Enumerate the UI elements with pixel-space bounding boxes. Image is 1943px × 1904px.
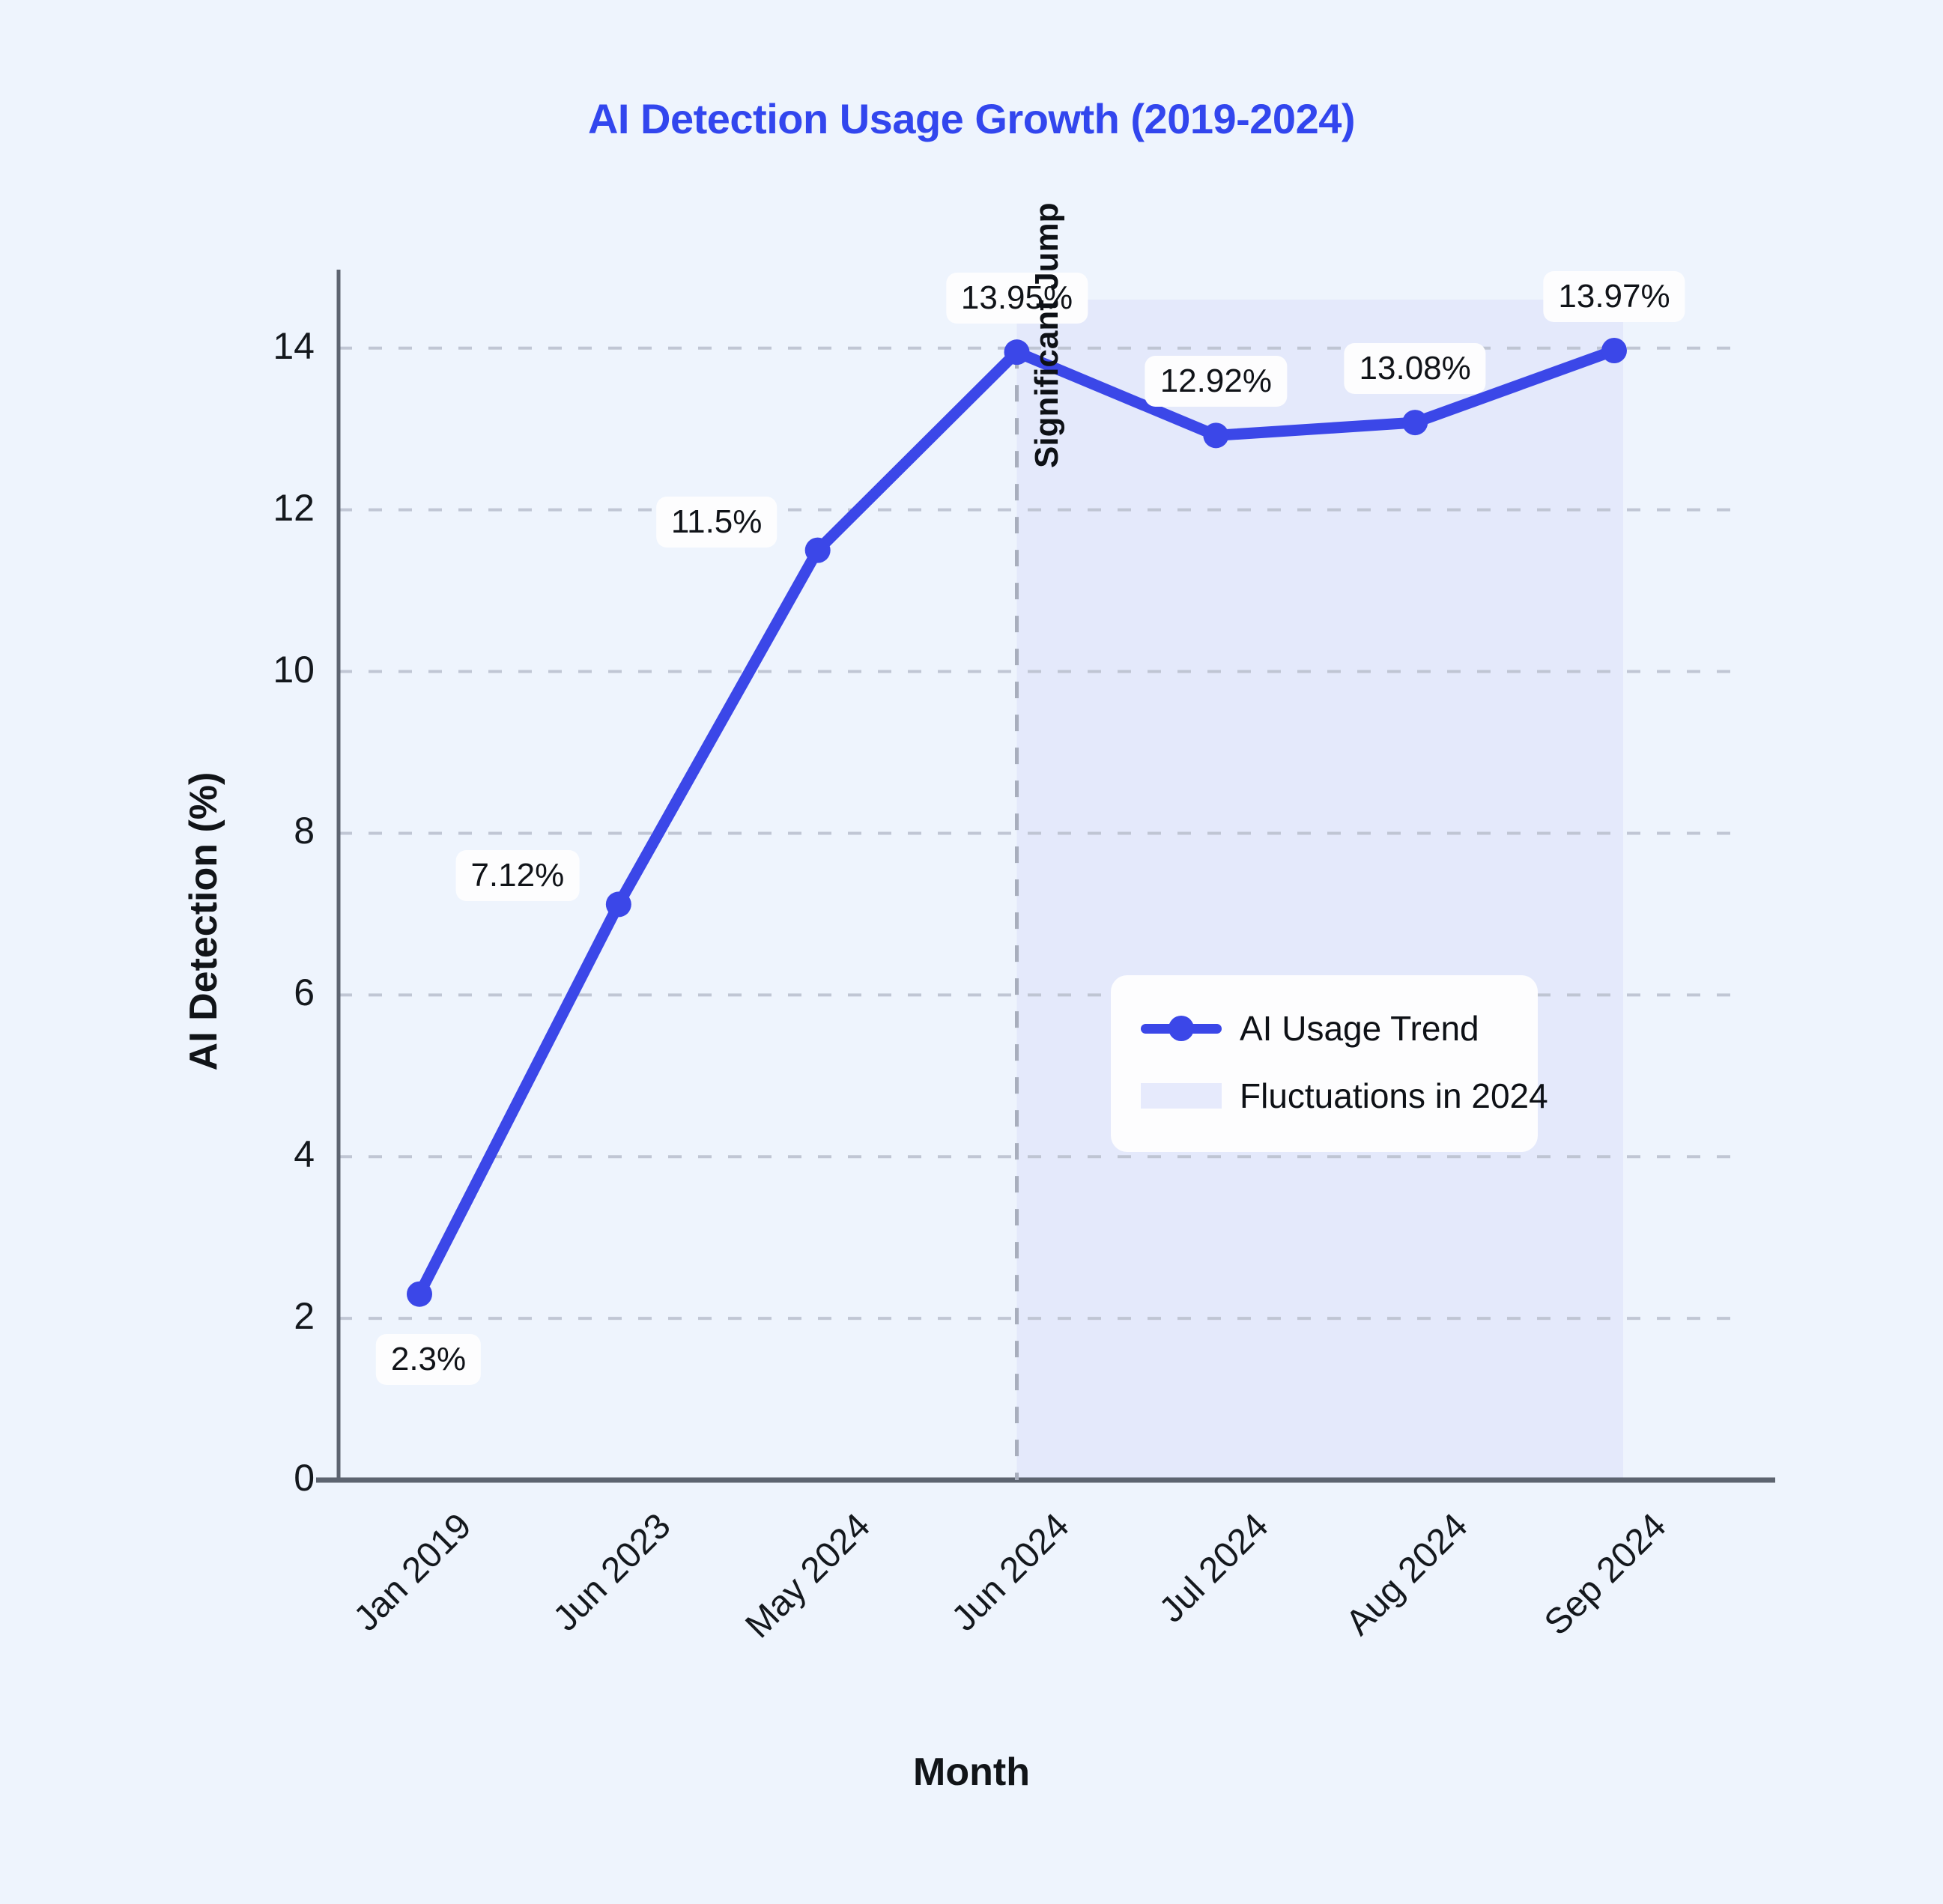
y-axis-tick-label: 12: [273, 486, 315, 529]
shaded-region-fluctuations-2024: [1016, 300, 1623, 1480]
data-point-label: 11.5%: [655, 496, 777, 548]
data-point-label: 13.97%: [1543, 271, 1685, 322]
legend-item-fluctuations-2024[interactable]: Fluctuations in 2024: [1133, 1062, 1548, 1130]
data-point-label: 12.92%: [1145, 356, 1287, 407]
data-point-label: 13.08%: [1344, 343, 1486, 395]
legend-item-label: Fluctuations in 2024: [1240, 1076, 1548, 1115]
data-point-label: 13.95%: [945, 273, 1088, 324]
y-axis-tick-label: 6: [294, 971, 315, 1014]
y-axis-title: AI Detection (%): [182, 771, 225, 1071]
annotation-significant-jump-label: Significant Jump: [1028, 202, 1065, 468]
legend-item-ai-usage-trend[interactable]: AI Usage Trend: [1133, 995, 1515, 1062]
chart-legend: AI Usage Trend Fluctuations in 2024: [1111, 975, 1548, 1152]
x-axis-title: Month: [913, 1750, 1030, 1794]
y-axis-tick-label: 8: [294, 810, 315, 852]
y-axis-tick-label: 2: [294, 1295, 315, 1338]
legend-area-patch-icon: [1133, 1083, 1229, 1109]
y-axis-tick-label: 10: [273, 648, 315, 691]
chart-canvas: AI Detection Usage Growth (2019-2024) AI…: [0, 0, 1943, 1904]
data-point-label: 2.3%: [375, 1333, 482, 1385]
legend-line-marker-icon: [1133, 1016, 1229, 1041]
legend-item-label: AI Usage Trend: [1240, 1009, 1479, 1048]
y-axis-tick-label: 14: [273, 324, 315, 367]
data-point-label: 7.12%: [455, 850, 580, 902]
y-axis-tick-label: 4: [294, 1133, 315, 1176]
y-axis-tick-label: 0: [294, 1457, 315, 1499]
